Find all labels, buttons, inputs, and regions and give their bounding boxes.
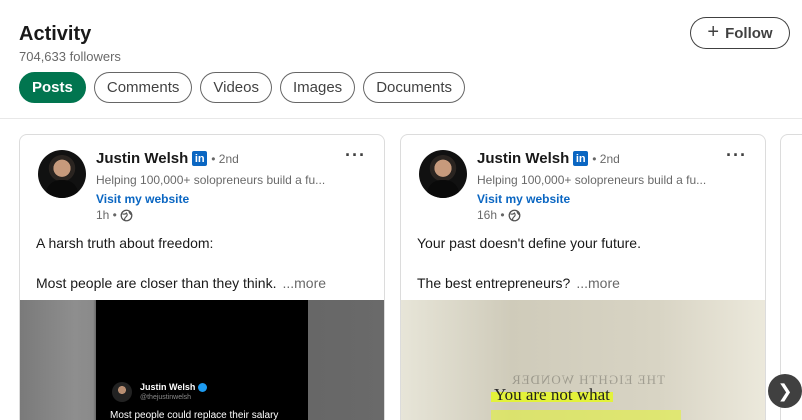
post-text-line2: The best entrepreneurs? ...more [417, 275, 620, 291]
avatar[interactable] [419, 150, 467, 198]
post-media[interactable]: Justin Welsh @thejustinwelsh Most people… [20, 300, 384, 420]
post-card[interactable]: Justin Welsh in • 2nd Helping 100,000+ s… [400, 134, 766, 420]
post-meta: 16h • [477, 208, 521, 222]
plus-icon: + [707, 21, 720, 43]
linkedin-icon: in [573, 151, 589, 166]
avatar[interactable] [38, 150, 86, 198]
tab-documents[interactable]: Documents [363, 72, 466, 103]
post-media[interactable]: THE EIGHTH WONDER You are not what [401, 300, 765, 420]
see-more-link[interactable]: ...more [282, 275, 326, 291]
tweet-text: Most people could replace their salary [110, 410, 279, 420]
post-text-line1: A harsh truth about freedom: [36, 235, 214, 251]
visit-website-link[interactable]: Visit my website [96, 192, 189, 206]
tab-comments[interactable]: Comments [93, 72, 193, 103]
connection-degree: • 2nd [592, 151, 620, 166]
post-text: The best entrepreneurs? [417, 275, 571, 291]
follow-button[interactable]: + Follow [690, 17, 790, 49]
author-name[interactable]: Justin Welsh [477, 150, 569, 167]
follow-label: Follow [725, 24, 773, 42]
globe-icon [508, 209, 520, 221]
followers-count: 704,633 followers [19, 49, 121, 64]
connection-degree: • 2nd [211, 151, 239, 166]
more-options-icon[interactable]: ··· [345, 145, 366, 166]
divider [0, 118, 802, 119]
more-options-icon[interactable]: ··· [726, 145, 747, 166]
tweet-author-name: Justin Welsh [140, 382, 196, 392]
author-headline: Helping 100,000+ solopreneurs build a fu… [96, 173, 326, 187]
author-name[interactable]: Justin Welsh [96, 150, 188, 167]
post-text-line1: Your past doesn't define your future. [417, 235, 641, 251]
tab-posts[interactable]: Posts [19, 72, 86, 103]
post-text-line2: Most people are closer than they think..… [36, 275, 326, 291]
post-time: 16h • [477, 208, 505, 222]
post-author: Justin Welsh in • 2nd [96, 150, 239, 167]
book-highlight-text: You are not what [491, 385, 613, 405]
tweet-handle: @thejustinwelsh [140, 394, 192, 401]
see-more-link[interactable]: ...more [576, 275, 620, 291]
author-headline: Helping 100,000+ solopreneurs build a fu… [477, 173, 707, 187]
tweet-avatar [112, 382, 132, 402]
tab-videos[interactable]: Videos [200, 72, 272, 103]
verified-icon [198, 382, 208, 392]
activity-header: Activity 704,633 followers [19, 22, 121, 64]
post-author: Justin Welsh in • 2nd [477, 150, 620, 167]
tweet-screenshot: Justin Welsh @thejustinwelsh Most people… [96, 300, 308, 420]
activity-tabs: Posts Comments Videos Images Documents [19, 72, 466, 103]
tab-images[interactable]: Images [279, 72, 356, 103]
linkedin-icon: in [192, 151, 208, 166]
globe-icon [120, 209, 133, 221]
post-meta: 1h • [96, 208, 133, 222]
visit-website-link[interactable]: Visit my website [477, 192, 570, 206]
chevron-right-icon[interactable]: ❯ [768, 374, 802, 408]
post-text: Most people are closer than they think. [36, 275, 277, 291]
post-time: 1h • [96, 208, 117, 222]
post-card[interactable]: Justin Welsh in • 2nd Helping 100,000+ s… [19, 134, 385, 420]
book-highlight-band [491, 410, 681, 420]
tweet-author: Justin Welsh [140, 382, 208, 392]
page-title: Activity [19, 23, 92, 45]
